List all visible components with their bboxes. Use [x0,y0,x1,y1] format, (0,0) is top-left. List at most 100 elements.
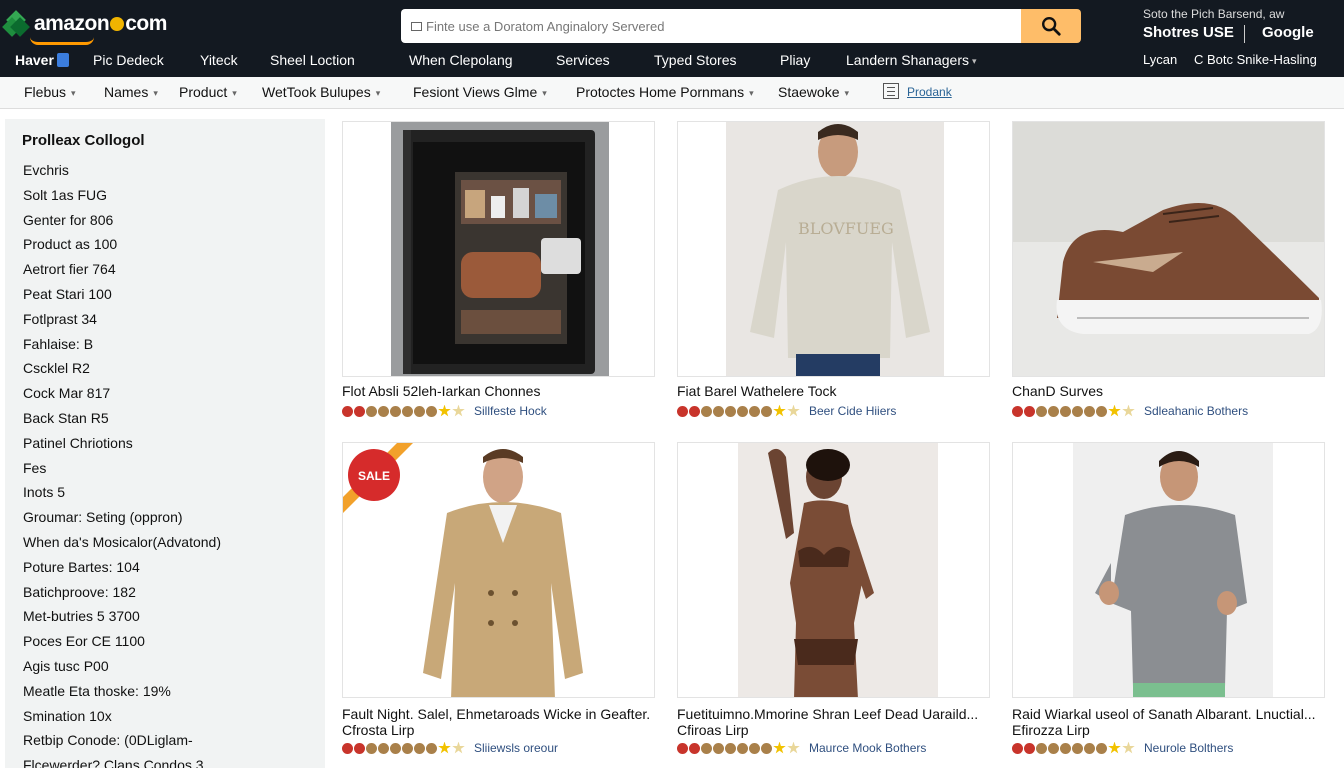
sidebar-filter-item[interactable]: Groumar: Seting (oppron) [23,505,221,530]
nav-hover[interactable]: Haver [15,52,69,72]
rating-row: Maurce Mook Bothers [677,741,926,755]
logo-badge-icon [110,17,125,32]
rating-stars[interactable] [1012,404,1136,418]
subnav-item-staewoke[interactable]: Staewoke ▾ [778,84,849,100]
product-subtitle: Cfrosta Lirp [342,722,415,738]
nav-item-botc[interactable]: C Botc Snike-Hasling [1194,52,1317,72]
sidebar-list: Evchris Solt 1as FUG Genter for 806 Product… [23,158,221,768]
account-link[interactable]: Shotres USE [1143,24,1234,41]
sidebar-filter-item[interactable]: Cock Mar 817 [23,381,221,406]
search-icon [1042,17,1061,36]
sale-badge-text: SALE [358,469,390,483]
rating-row: Sillfeste Hock [342,404,547,418]
list-icon[interactable] [883,83,899,99]
rating-row: Sdleahanic Bothers [1012,404,1248,418]
sidebar-filter-item[interactable]: When da's Mosicalor(Advatond) [23,530,221,555]
product-title[interactable]: Fuetituimno.Mmorine Shran Leef Dead Uara… [677,706,978,722]
rating-stars[interactable] [1012,741,1136,755]
rating-link[interactable]: Sillfeste Hock [474,404,547,418]
chevron-down-icon: ▾ [972,55,977,66]
sidebar-filter-item[interactable]: Agis tusc P00 [23,654,221,679]
search-input[interactable]: Finte use a Doratom Anginalory Servered [401,9,1021,43]
account-greeting[interactable]: Soto the Pich Barsend, aw [1143,7,1284,21]
rating-stars[interactable] [677,741,801,755]
chevron-down-icon: ▾ [153,87,158,98]
google-link[interactable]: Google [1262,24,1314,41]
product-image[interactable] [1012,442,1325,698]
nav-item-location[interactable]: Sheel Loction [270,52,355,72]
sidebar-filter-item[interactable]: Flcewerder? Clans Condos 3 [23,753,221,768]
product-image[interactable]: SALE [342,442,655,698]
sidebar-filter-item[interactable]: Solt 1as FUG [23,183,221,208]
product-title[interactable]: Fiat Barel Wathelere Tock [677,383,837,399]
search-placeholder: Finte use a Doratom Anginalory Servered [426,18,665,34]
sidebar-filter-item[interactable]: Met-butries 5 3700 [23,604,221,629]
rating-stars[interactable] [677,404,801,418]
sidebar-filter-item[interactable]: Poture Bartes: 104 [23,555,221,580]
logo-smile-icon [30,37,94,45]
rating-row: Neurole Bolthers [1012,741,1233,755]
search-bar: Finte use a Doratom Anginalory Servered [401,9,1081,43]
sidebar-filter-item[interactable]: Aetrort fier 764 [23,257,221,282]
product-image[interactable] [342,121,655,377]
nav-item-when[interactable]: When Clepolang [409,52,513,72]
sidebar-filter-item[interactable]: Fes [23,456,221,481]
sidebar-filter-item[interactable]: Evchris [23,158,221,183]
sub-navigation: Flebus ▾ Names ▾ Product ▾ WetTook Bulupes ▾… [0,77,1344,109]
rating-link[interactable]: Sliiewsls oreour [474,741,558,755]
subnav-item-wettook[interactable]: WetTook Bulupes ▾ [262,84,380,100]
nav-item-landern[interactable]: Landern Shanagers ▾ [846,52,977,72]
subnav-item-product[interactable]: Product ▾ [179,84,237,100]
rating-link[interactable]: Beer Cide Hiiers [809,404,896,418]
sneaker-image [1013,122,1324,376]
sidebar-filter-item[interactable]: Fotlprast 34 [23,307,221,332]
logo-mark-icon [2,10,30,37]
product-title[interactable]: Fault Night. Salel, Ehmetaroads Wicke in… [342,706,650,722]
sidebar-filter-item[interactable]: Retbip Conode: (0DLiglam- [23,728,221,753]
subnav-item-names[interactable]: Names ▾ [104,84,158,100]
product-image[interactable]: BLOVFUEG [677,121,990,377]
rating-row: Beer Cide Hiiers [677,404,896,418]
subnav-item-flebus[interactable]: Flebus ▾ [24,84,76,100]
product-image[interactable] [1012,121,1325,377]
sidebar-filter-item[interactable]: Batichproove: 182 [23,580,221,605]
sidebar-filter-item[interactable]: Product as 100 [23,232,221,257]
search-button[interactable] [1021,9,1081,43]
nav-item-services[interactable]: Services [556,52,610,72]
amazon-logo[interactable]: amazon com [2,8,167,40]
top-header: amazon com Finte use a Doratom Anginalory… [0,0,1344,77]
nav-item-pic-dedeck[interactable]: Pic Dedeck [93,52,164,72]
sidebar-filter-item[interactable]: Cscklel R2 [23,356,221,381]
sidebar-filter-item[interactable]: Meatle Eta thoske: 19% [23,679,221,704]
svg-text:BLOVFUEG: BLOVFUEG [798,219,894,238]
man-sweatshirt-image: BLOVFUEG [726,122,944,376]
sidebar-filter-item[interactable]: Genter for 806 [23,208,221,233]
product-title[interactable]: Raid Wiarkal useol of Sanath Albarant. L… [1012,706,1316,722]
sidebar-filter-item[interactable]: Peat Stari 100 [23,282,221,307]
camel-coat-image: SALE [343,443,654,697]
product-title[interactable]: ChanD Surves [1012,383,1103,399]
subnav-item-fesiont[interactable]: Fesiont Views Glme ▾ [413,84,547,100]
nav-item-lycan[interactable]: Lycan [1143,52,1177,72]
chevron-down-icon: ▾ [542,87,547,98]
subnav-link-prodank[interactable]: Prodank [907,85,952,99]
sidebar-filter-item[interactable]: Inots 5 [23,480,221,505]
rating-link[interactable]: Neurole Bolthers [1144,741,1233,755]
nav-item-yiteck[interactable]: Yiteck [200,52,238,72]
rating-link[interactable]: Sdleahanic Bothers [1144,404,1248,418]
product-image[interactable] [677,442,990,698]
user-icon [56,53,69,67]
subnav-item-protoctes[interactable]: Protoctes Home Pornmans ▾ [576,84,754,100]
nav-item-typed-stores[interactable]: Typed Stores [654,52,737,72]
rating-stars[interactable] [342,404,466,418]
sidebar-filter-item[interactable]: Back Stan R5 [23,406,221,431]
rating-stars[interactable] [342,741,466,755]
rating-link[interactable]: Maurce Mook Bothers [809,741,926,755]
sidebar-filter-item[interactable]: Smination 10x [23,704,221,729]
nav-item-pliay[interactable]: Pliay [780,52,810,72]
sidebar-filter-item[interactable]: Patinel Chriotions [23,431,221,456]
sidebar-filter-item[interactable]: Fahlaise: B [23,332,221,357]
product-title[interactable]: Flot Absli 52leh-Iarkan Chonnes [342,383,540,399]
search-field-icon [411,21,422,31]
sidebar-filter-item[interactable]: Poces Eor CE 1100 [23,629,221,654]
